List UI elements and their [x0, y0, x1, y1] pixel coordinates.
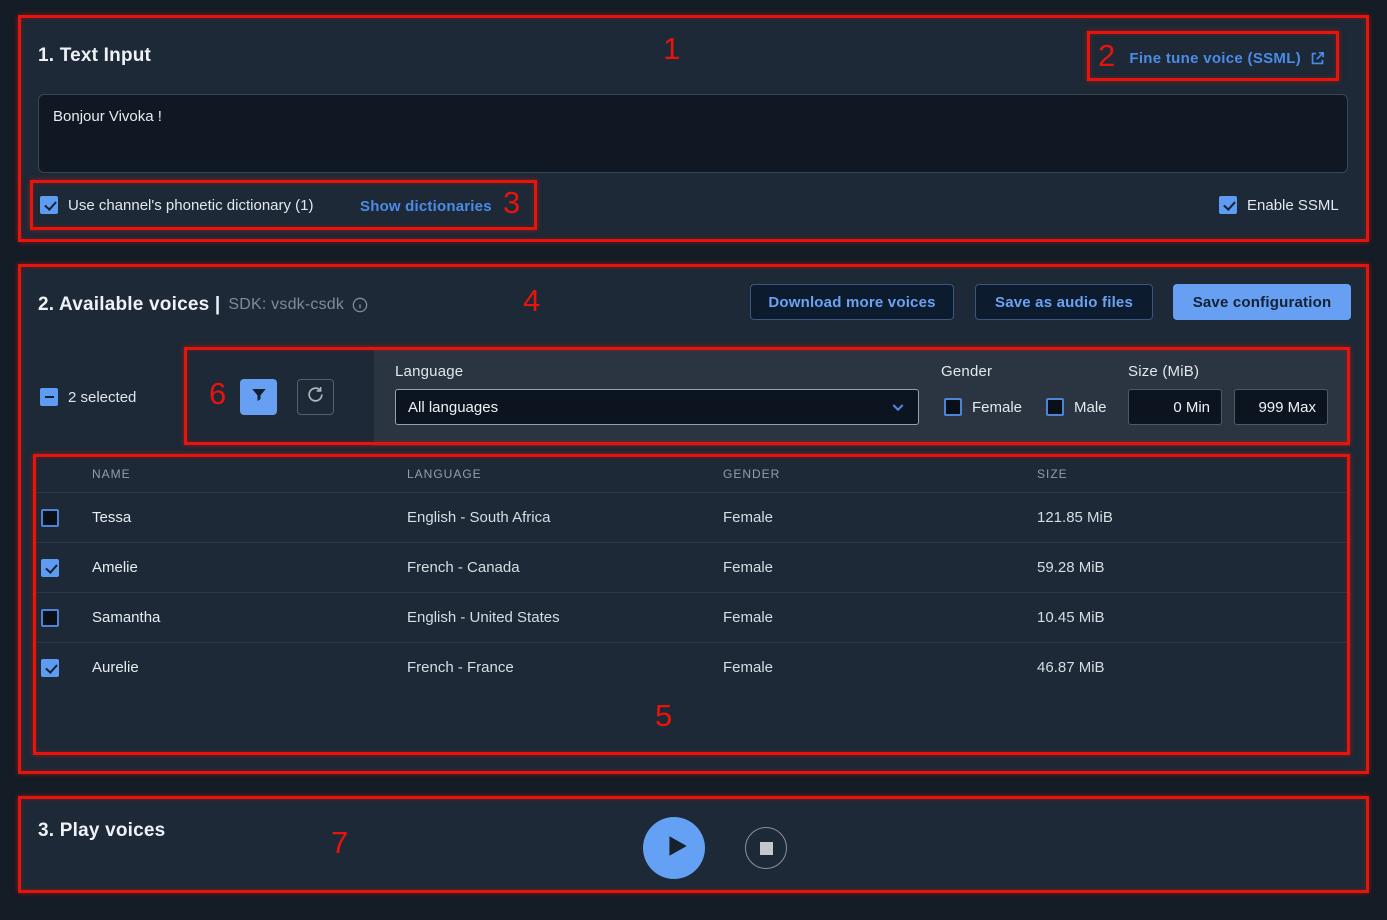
filter-button[interactable] [240, 379, 277, 415]
funnel-icon [250, 386, 268, 409]
voice-language: French - Canada [407, 559, 723, 576]
fine-tune-ssml-link[interactable]: Fine tune voice (SSML) [1129, 50, 1326, 67]
voice-gender: Female [723, 659, 1037, 676]
row-checkbox[interactable] [41, 609, 59, 627]
voice-language: English - United States [407, 609, 723, 626]
voice-gender: Female [723, 509, 1037, 526]
refresh-button[interactable] [297, 379, 334, 415]
selection-summary: 2 selected [40, 388, 136, 406]
selected-count-label: 2 selected [68, 389, 136, 406]
play-icon [659, 833, 690, 864]
female-label: Female [972, 399, 1022, 416]
phonetic-dictionary-row: Use channel's phonetic dictionary (1) [40, 196, 314, 214]
table-row[interactable]: Tessa English - South Africa Female 121.… [33, 492, 1350, 542]
voice-language: French - France [407, 659, 723, 676]
row-checkbox[interactable] [41, 659, 59, 677]
gender-female-option: Female [944, 398, 1022, 416]
section2-title: 2. Available voices | SDK: vsdk-csdk [38, 294, 368, 316]
info-icon[interactable] [352, 297, 368, 313]
use-dictionary-label: Use channel's phonetic dictionary (1) [68, 197, 314, 214]
voice-name: Samantha [92, 609, 407, 626]
header-size: SIZE [1037, 467, 1350, 481]
use-dictionary-checkbox[interactable] [40, 196, 58, 214]
language-select-value: All languages [408, 399, 498, 416]
header-language: LANGUAGE [407, 467, 723, 481]
section1-title: 1. Text Input [38, 45, 151, 67]
header-name: NAME [92, 467, 407, 481]
table-row[interactable]: Aurelie French - France Female 46.87 MiB [33, 642, 1350, 692]
filter-panel: Language All languages Gender Female Mal… [374, 349, 1350, 446]
voice-gender: Female [723, 559, 1037, 576]
male-checkbox[interactable] [1046, 398, 1064, 416]
play-voices-section: 3. Play voices [20, 798, 1368, 891]
voice-name: Aurelie [92, 659, 407, 676]
language-select[interactable]: All languages [395, 389, 919, 425]
row-checkbox[interactable] [41, 509, 59, 527]
voices-table-header: NAME LANGUAGE GENDER SIZE [33, 455, 1350, 492]
save-as-audio-files-button[interactable]: Save as audio files [975, 284, 1153, 320]
download-more-voices-button[interactable]: Download more voices [750, 284, 954, 320]
voice-size: 121.85 MiB [1037, 509, 1350, 526]
available-voices-section: 2. Available voices | SDK: vsdk-csdk Dow… [20, 266, 1368, 772]
size-max-input[interactable] [1234, 389, 1328, 425]
voice-size: 10.45 MiB [1037, 609, 1350, 626]
male-label: Male [1074, 399, 1107, 416]
header-gender: GENDER [723, 467, 1037, 481]
language-filter-label: Language [395, 363, 463, 380]
stop-button[interactable] [745, 827, 787, 869]
voice-size: 46.87 MiB [1037, 659, 1350, 676]
text-input-textarea[interactable]: Bonjour Vivoka ! [38, 94, 1348, 173]
show-dictionaries-link[interactable]: Show dictionaries [360, 198, 492, 215]
chevron-down-icon [890, 399, 906, 415]
enable-ssml-checkbox[interactable] [1219, 196, 1237, 214]
size-filter-label: Size (MiB) [1128, 363, 1199, 380]
gender-filter-label: Gender [941, 363, 992, 380]
text-input-section: 1. Text Input Fine tune voice (SSML) Bon… [20, 18, 1368, 241]
female-checkbox[interactable] [944, 398, 962, 416]
table-row[interactable]: Samantha English - United States Female … [33, 592, 1350, 642]
enable-ssml-row: Enable SSML [1219, 196, 1339, 214]
row-checkbox[interactable] [41, 559, 59, 577]
stop-icon [760, 842, 773, 855]
section3-title: 3. Play voices [38, 820, 165, 842]
table-row[interactable]: Amelie French - Canada Female 59.28 MiB [33, 542, 1350, 592]
voice-size: 59.28 MiB [1037, 559, 1350, 576]
sdk-label: SDK: vsdk-csdk [228, 296, 344, 314]
voice-name: Amelie [92, 559, 407, 576]
voices-table: NAME LANGUAGE GENDER SIZE Tessa English … [33, 455, 1350, 692]
fine-tune-ssml-label: Fine tune voice (SSML) [1129, 50, 1301, 67]
gender-male-option: Male [1046, 398, 1107, 416]
voice-language: English - South Africa [407, 509, 723, 526]
voice-gender: Female [723, 609, 1037, 626]
size-min-input[interactable] [1128, 389, 1222, 425]
external-link-icon [1309, 50, 1326, 67]
save-configuration-button[interactable]: Save configuration [1173, 284, 1351, 320]
refresh-icon [306, 385, 325, 409]
select-all-checkbox[interactable] [40, 388, 58, 406]
voice-name: Tessa [92, 509, 407, 526]
section2-title-text: 2. Available voices | [38, 294, 220, 316]
play-button[interactable] [643, 817, 705, 879]
enable-ssml-label: Enable SSML [1247, 197, 1339, 214]
